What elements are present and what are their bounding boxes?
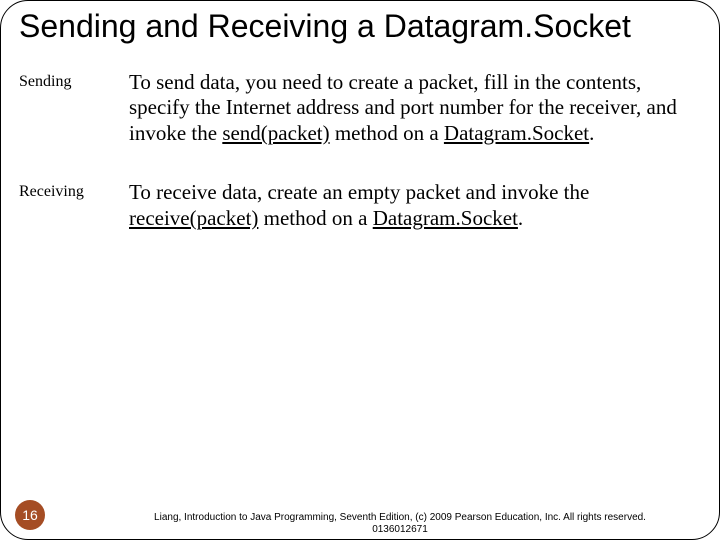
underline-receive-packet: receive(packet) (129, 206, 258, 230)
text: method on a (258, 206, 372, 230)
underline-send-packet: send(packet) (222, 121, 329, 145)
page-number-badge: 16 (15, 500, 45, 530)
slide-title: Sending and Receiving a Datagram.Socket (19, 9, 701, 44)
row-body-receiving: To receive data, create an empty packet … (129, 180, 701, 231)
text: . (518, 206, 523, 230)
text: method on a (330, 121, 444, 145)
text: To receive data, create an empty packet … (129, 180, 589, 204)
row-label-sending: Sending (19, 70, 129, 91)
row-receiving: Receiving To receive data, create an emp… (19, 180, 701, 231)
slide: Sending and Receiving a Datagram.Socket … (0, 0, 720, 540)
underline-datagram-socket: Datagram.Socket (444, 121, 589, 145)
row-sending: Sending To send data, you need to create… (19, 70, 701, 147)
row-label-receiving: Receiving (19, 180, 129, 201)
footer-citation: Liang, Introduction to Java Programming,… (151, 512, 649, 535)
row-body-sending: To send data, you need to create a packe… (129, 70, 701, 147)
text: . (589, 121, 594, 145)
underline-datagram-socket: Datagram.Socket (373, 206, 518, 230)
